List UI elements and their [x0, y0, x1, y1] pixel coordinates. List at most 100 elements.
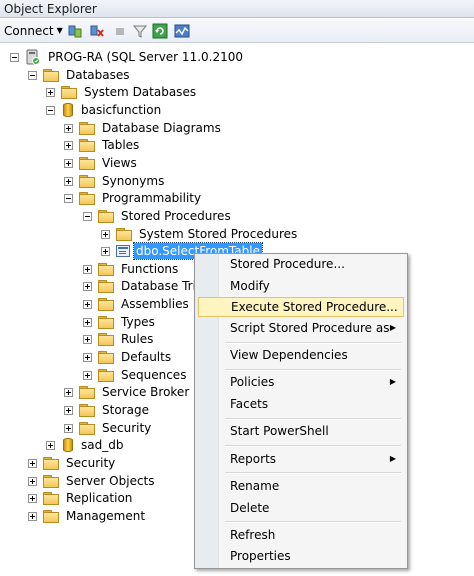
- menu-separator: [225, 472, 401, 474]
- node-label: System Databases: [84, 85, 197, 99]
- connect-button[interactable]: Connect ▼: [4, 22, 63, 39]
- expand-icon[interactable]: [46, 87, 55, 97]
- menu-item-label: Script Stored Procedure as: [230, 321, 390, 335]
- toolbar: Connect ▼: [0, 19, 474, 43]
- filter-button[interactable]: [132, 22, 148, 39]
- tree-node-replication[interactable]: Replication: [28, 489, 134, 507]
- folder-icon: [98, 351, 114, 364]
- folder-icon: [79, 175, 95, 188]
- menu-item-delete[interactable]: Delete: [198, 498, 404, 518]
- expand-icon[interactable]: [28, 476, 37, 486]
- menu-item-view-dependencies[interactable]: View Dependencies: [198, 345, 404, 365]
- tree-node-service-broker[interactable]: Service Broker: [64, 383, 191, 401]
- disconnect-button[interactable]: [89, 22, 105, 39]
- tree-node-system-stored-procedures[interactable]: System Stored Procedures: [101, 225, 299, 243]
- activity-monitor-button[interactable]: [174, 22, 190, 39]
- menu-item-start-powershell[interactable]: Start PowerShell: [198, 421, 404, 441]
- expand-icon[interactable]: [64, 423, 73, 433]
- folder-icon: [43, 510, 59, 523]
- menu-item-new-stored-procedure[interactable]: Stored Procedure...: [198, 254, 404, 274]
- stop-button[interactable]: [112, 22, 128, 39]
- expand-icon[interactable]: [83, 370, 92, 380]
- collapse-icon[interactable]: [10, 52, 19, 62]
- refresh-button[interactable]: [152, 22, 168, 39]
- tree-node-tables[interactable]: Tables: [64, 136, 141, 154]
- folder-icon: [79, 157, 95, 170]
- collapse-icon[interactable]: [64, 193, 73, 203]
- tree-node-storage[interactable]: Storage: [64, 401, 151, 419]
- tree-node-database-diagrams[interactable]: Database Diagrams: [64, 119, 223, 137]
- tree-node-sequences[interactable]: Sequences: [83, 366, 188, 384]
- tree-node-server[interactable]: PROG-RA (SQL Server 11.0.2100: [10, 48, 245, 66]
- menu-item-reports[interactable]: Reports ▶: [198, 449, 404, 469]
- node-label: Security: [102, 421, 152, 435]
- menu-separator: [225, 445, 401, 447]
- tree-node-management[interactable]: Management: [28, 507, 147, 525]
- node-label: Sequences: [121, 368, 187, 382]
- tree-node-synonyms[interactable]: Synonyms: [64, 172, 166, 190]
- node-label: sad_db: [81, 438, 124, 452]
- server-icon: [26, 49, 40, 65]
- tree-node-sad-db[interactable]: sad_db: [46, 436, 125, 454]
- expand-icon[interactable]: [83, 334, 92, 344]
- expand-icon[interactable]: [83, 299, 92, 309]
- menu-item-rename[interactable]: Rename: [198, 476, 404, 496]
- folder-icon: [79, 122, 95, 135]
- expand-icon[interactable]: [28, 511, 37, 521]
- expand-icon[interactable]: [64, 123, 73, 133]
- tree-node-system-databases[interactable]: System Databases: [46, 83, 198, 101]
- expand-icon[interactable]: [64, 176, 73, 186]
- expand-icon[interactable]: [64, 387, 73, 397]
- expand-icon[interactable]: [83, 352, 92, 362]
- collapse-icon[interactable]: [46, 105, 55, 115]
- menu-item-script-as[interactable]: Script Stored Procedure as ▶: [198, 318, 404, 338]
- folder-icon: [116, 228, 132, 241]
- tree-node-stored-procedures[interactable]: Stored Procedures: [83, 207, 233, 225]
- tree-node-functions[interactable]: Functions: [83, 260, 180, 278]
- window-title: Object Explorer: [0, 0, 474, 18]
- tree-node-defaults[interactable]: Defaults: [83, 348, 173, 366]
- node-label: Management: [66, 509, 146, 523]
- tree-node-views[interactable]: Views: [64, 154, 139, 172]
- expand-icon[interactable]: [83, 264, 92, 274]
- tree-node-programmability[interactable]: Programmability: [64, 189, 203, 207]
- tree-node-basicfunction[interactable]: basicfunction: [46, 101, 163, 119]
- folder-icon: [79, 404, 95, 417]
- expand-icon[interactable]: [64, 405, 73, 415]
- menu-separator: [225, 418, 401, 420]
- connect-object-explorer-button[interactable]: [67, 22, 83, 39]
- expand-icon[interactable]: [64, 158, 73, 168]
- folder-icon: [61, 86, 77, 99]
- expand-icon[interactable]: [64, 140, 73, 150]
- expand-icon[interactable]: [28, 458, 37, 468]
- tree-node-databases[interactable]: Databases: [28, 66, 132, 84]
- menu-item-policies[interactable]: Policies ▶: [198, 372, 404, 392]
- collapse-icon[interactable]: [28, 70, 37, 80]
- folder-icon: [43, 475, 59, 488]
- tree-node-server-objects[interactable]: Server Objects: [28, 472, 157, 490]
- tree-node-assemblies[interactable]: Assemblies: [83, 295, 191, 313]
- menu-item-execute-stored-procedure[interactable]: Execute Stored Procedure...: [198, 297, 404, 317]
- expand-icon[interactable]: [83, 281, 92, 291]
- folder-icon: [43, 69, 59, 82]
- tree-node-security-db[interactable]: Security: [64, 419, 153, 437]
- menu-item-properties[interactable]: Properties: [198, 546, 404, 566]
- menu-item-facets[interactable]: Facets: [198, 394, 404, 414]
- folder-icon: [98, 263, 114, 276]
- expand-icon[interactable]: [28, 493, 37, 503]
- tree-node-rules[interactable]: Rules: [83, 330, 155, 348]
- expand-icon[interactable]: [83, 317, 92, 327]
- expand-icon[interactable]: [46, 440, 55, 450]
- node-label: Storage: [102, 403, 149, 417]
- node-label: Security: [66, 456, 116, 470]
- disconnect-icon: [90, 25, 104, 37]
- expand-icon[interactable]: [101, 229, 110, 239]
- node-label: basicfunction: [81, 103, 162, 117]
- menu-item-refresh[interactable]: Refresh: [198, 525, 404, 545]
- folder-icon: [98, 280, 114, 293]
- collapse-icon[interactable]: [83, 211, 92, 221]
- menu-item-modify[interactable]: Modify: [198, 276, 404, 296]
- expand-icon[interactable]: [101, 246, 110, 256]
- tree-node-security[interactable]: Security: [28, 454, 117, 472]
- tree-node-types[interactable]: Types: [83, 313, 157, 331]
